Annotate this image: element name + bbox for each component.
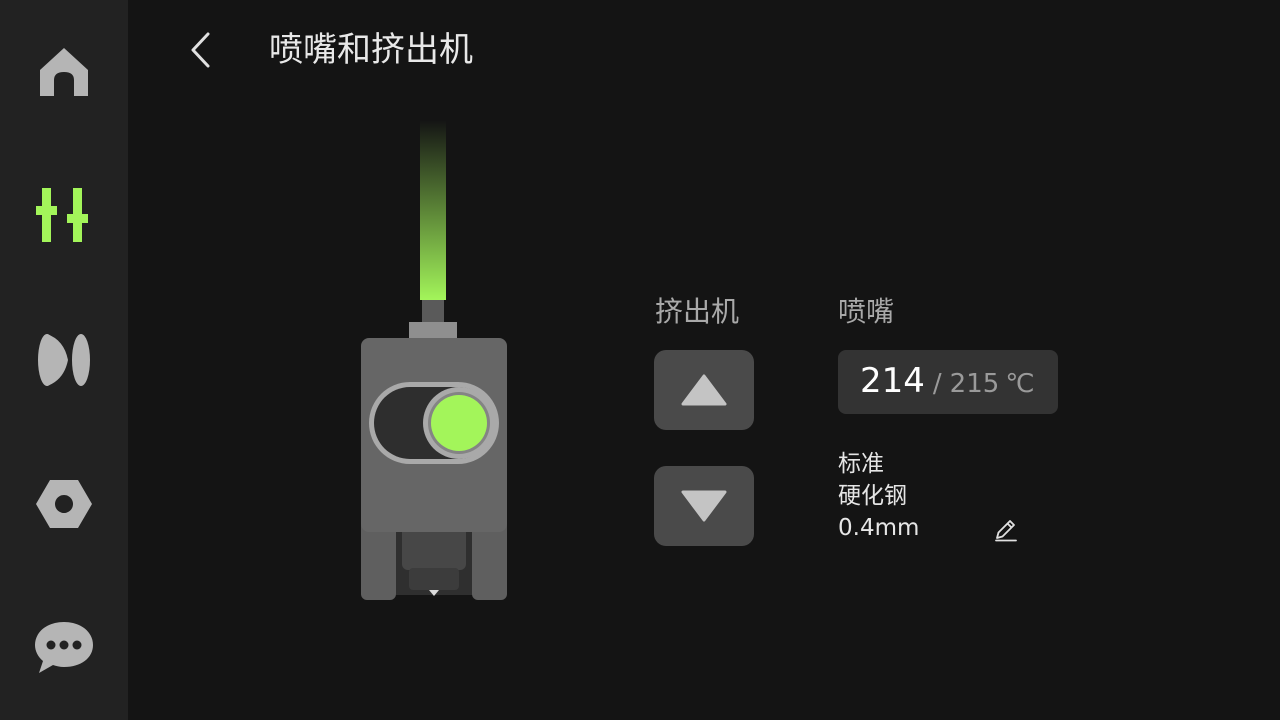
filament-strand — [420, 120, 446, 300]
sidebar-item-messages[interactable] — [24, 608, 104, 688]
sliders-icon — [36, 188, 88, 242]
nozzle-temp-target: 215 — [949, 369, 1000, 399]
triangle-up-icon — [681, 374, 727, 406]
pencil-edit-icon — [995, 520, 1017, 542]
toolhead-illustration — [361, 120, 507, 600]
chat-bubble-icon — [35, 622, 93, 673]
nozzle-label: 喷嘴 — [838, 295, 895, 328]
nozzle-temp-current: 214 — [860, 361, 925, 401]
hex-nut-settings-icon — [36, 480, 92, 528]
back-button[interactable] — [178, 26, 222, 74]
triangle-down-icon — [681, 490, 727, 522]
extrude-up-button[interactable] — [654, 350, 754, 430]
nozzle-type: 标准 — [838, 451, 884, 477]
sidebar-item-home[interactable] — [24, 32, 104, 112]
filament-spool-icon — [38, 334, 90, 386]
extruder-label: 挤出机 — [655, 295, 740, 328]
nozzle-temperature-field[interactable]: 214 / 215 ℃ — [838, 350, 1058, 414]
sidebar-item-controls[interactable] — [24, 176, 104, 256]
page-title: 喷嘴和挤出机 — [269, 30, 473, 70]
home-icon — [40, 48, 88, 96]
nozzle-diameter: 0.4mm — [838, 515, 920, 541]
nozzle-material: 硬化钢 — [838, 483, 907, 509]
nozzle-temp-separator: / — [932, 369, 942, 399]
nozzle-temp-unit: ℃ — [1005, 369, 1035, 399]
nozzle-info: 标准 硬化钢 0.4mm — [838, 448, 919, 544]
printer-screen: 喷嘴和挤出机 挤出机 喷嘴 214 / 215 ℃ 标准 硬化钢 0.4mm — [0, 0, 1280, 720]
edit-nozzle-button[interactable] — [990, 514, 1022, 546]
chevron-left-icon — [191, 32, 210, 68]
sidebar-item-settings[interactable] — [24, 464, 104, 544]
extrude-down-button[interactable] — [654, 466, 754, 546]
sidebar — [0, 0, 128, 720]
status-indicator-light — [431, 395, 487, 451]
sidebar-item-filament[interactable] — [24, 320, 104, 400]
